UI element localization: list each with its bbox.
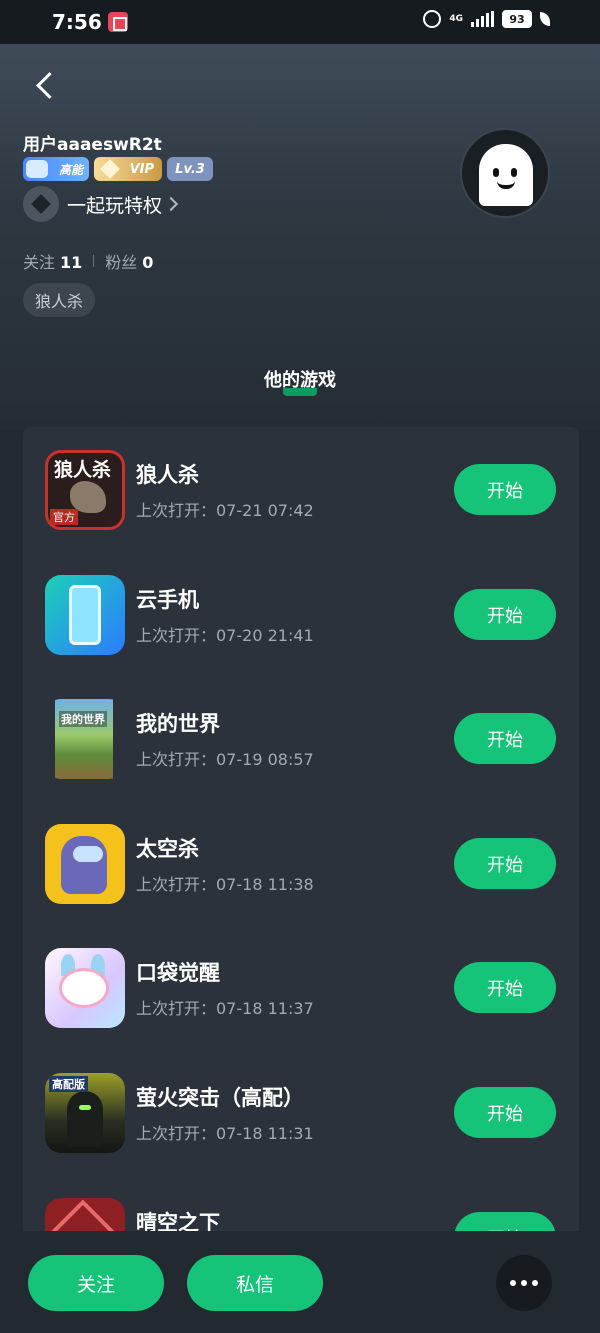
game-name: 太空杀 [136,837,199,861]
follow-stats: 关注 11 粉丝 0 [23,249,153,273]
gamepad-icon [26,160,48,178]
game-last-opened: 上次打开：07-18 11:31 [136,1124,314,1143]
game-row[interactable]: 狼人杀 官方 狼人杀 上次打开：07-21 07:42 开始 [23,450,579,540]
official-badge: 官方 [50,509,78,525]
badge-row: 高能 VIP Lv.3 [23,157,213,181]
vip-badge[interactable]: VIP [94,157,162,181]
privilege-diamond-icon [23,186,59,222]
privilege-link[interactable]: 一起玩特权 [23,186,179,222]
start-button[interactable]: 开始 [454,589,556,640]
status-time: 7:56 [52,10,102,34]
game-last-opened: 上次打开：07-19 08:57 [136,750,314,769]
pocket-awakening-icon [45,948,125,1028]
level-badge[interactable]: Lv.3 [167,157,213,181]
followers-count: 0 [142,253,154,272]
interest-tag[interactable]: 狼人杀 [23,283,96,317]
game-last-opened: 上次打开：07-18 11:37 [136,999,314,1018]
high-config-badge: 高配版 [49,1076,88,1092]
game-last-opened: 上次打开：07-20 21:41 [136,626,314,645]
game-last-opened: 上次打开：07-21 07:42 [136,501,314,520]
status-bar: 7:56 4G 93 [0,0,600,44]
gaoneng-badge[interactable]: 高能 [23,157,89,181]
following-stat[interactable]: 关注 11 [23,249,82,273]
game-name: 云手机 [136,588,199,612]
username: 用户aaaeswR2t [23,135,162,155]
follow-button[interactable]: 关注 [28,1255,164,1311]
start-button[interactable]: 开始 [454,962,556,1013]
back-button[interactable] [32,70,60,102]
firefly-assault-icon: 高配版 [45,1073,125,1153]
minecraft-icon: 我的世界 [45,699,125,779]
werewolf-game-icon: 狼人杀 官方 [45,450,125,530]
start-button[interactable]: 开始 [454,838,556,889]
game-name: 狼人杀 [136,463,199,487]
game-name: 萤火突击（高配） [136,1086,304,1110]
minecraft-icon-title: 我的世界 [59,711,107,727]
game-row[interactable]: 口袋觉醒 上次打开：07-18 11:37 开始 [23,948,579,1038]
start-button[interactable]: 开始 [454,464,556,515]
followers-label: 粉丝 [105,253,138,272]
stats-divider [93,255,95,267]
werewolf-icon-title: 狼人杀 [54,459,112,481]
message-button[interactable]: 私信 [187,1255,323,1311]
space-kill-icon [45,824,125,904]
game-row[interactable]: 太空杀 上次打开：07-18 11:38 开始 [23,824,579,914]
following-count: 11 [60,253,83,272]
bottom-action-bar: 关注 私信 [0,1231,600,1333]
game-row[interactable]: 高配版 萤火突击（高配） 上次打开：07-18 11:31 开始 [23,1073,579,1163]
gaoneng-badge-label: 高能 [58,162,83,177]
avatar[interactable] [460,128,550,218]
game-name: 口袋觉醒 [136,961,220,985]
more-options-button[interactable] [496,1255,552,1311]
following-label: 关注 [23,253,56,272]
ghost-avatar-icon [479,144,533,206]
vip-badge-label: VIP [129,161,154,177]
network-type-label: 4G [449,13,463,24]
battery-icon: 93 [502,10,532,28]
cloud-phone-icon [45,575,125,655]
diamond-icon [100,159,120,179]
followers-stat[interactable]: 粉丝 0 [105,249,153,273]
alarm-icon [423,10,442,28]
privilege-label: 一起玩特权 [67,194,163,217]
more-dot-icon [521,1280,527,1286]
game-row[interactable]: 云手机 上次打开：07-20 21:41 开始 [23,575,579,665]
game-name: 我的世界 [136,712,220,736]
level-badge-label: Lv.3 [175,161,205,177]
power-saving-icon [540,12,550,26]
start-button[interactable]: 开始 [454,1087,556,1138]
chevron-right-icon [163,196,179,212]
more-dot-icon [532,1280,538,1286]
section-title-underline [283,388,317,396]
game-row[interactable]: 我的世界 我的世界 上次打开：07-19 08:57 开始 [23,699,579,789]
status-icons: 4G 93 [423,10,550,28]
games-list: 狼人杀 官方 狼人杀 上次打开：07-21 07:42 开始 云手机 上次打开：… [23,427,579,1237]
more-dot-icon [510,1280,516,1286]
signal-icon [471,11,494,27]
start-button[interactable]: 开始 [454,713,556,764]
notification-app-icon [107,12,128,32]
game-last-opened: 上次打开：07-18 11:38 [136,875,314,894]
